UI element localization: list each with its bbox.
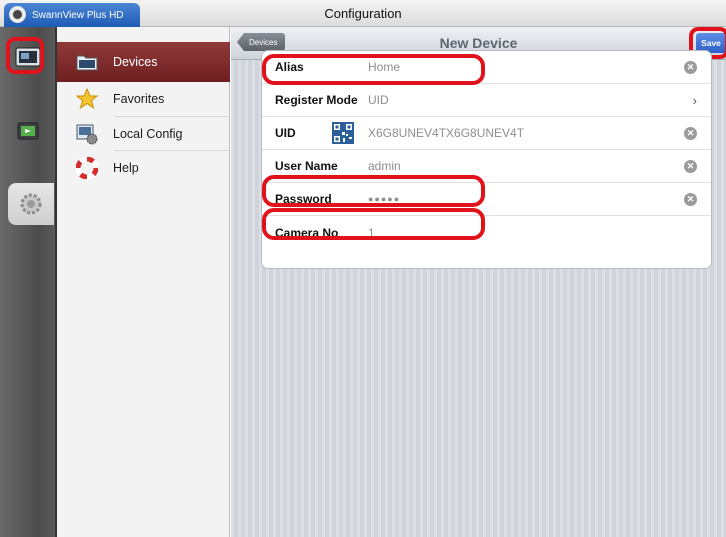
menu-item-help[interactable]: Help: [57, 151, 230, 185]
configuration-button[interactable]: [8, 183, 54, 225]
config-menu: Devices Favorites Local Config Help: [55, 27, 230, 537]
highlight-alias: [262, 54, 485, 85]
register-mode-label: Register Mode: [275, 93, 358, 107]
highlight-password: [262, 208, 485, 240]
menu-edge: [55, 27, 57, 537]
menu-item-devices[interactable]: Devices: [57, 42, 230, 82]
qr-code-icon[interactable]: [332, 122, 354, 144]
menu-item-label: Devices: [113, 55, 158, 69]
register-mode-row[interactable]: Register Mode UID ›: [262, 84, 711, 117]
icon-strip: [0, 27, 55, 537]
lifebuoy-icon: [75, 156, 99, 180]
user-name-label: User Name: [275, 159, 338, 173]
clear-icon[interactable]: ✕: [684, 127, 697, 140]
playback-icon: [17, 122, 39, 140]
menu-item-local-config[interactable]: Local Config: [57, 117, 230, 151]
clear-icon[interactable]: ✕: [684, 193, 697, 206]
menu-item-favorites[interactable]: Favorites: [57, 82, 230, 116]
highlight-live-view: [6, 37, 44, 74]
title-bar: SwannView Plus HD Configuration: [0, 0, 726, 27]
menu-item-label: Favorites: [113, 92, 165, 106]
clear-icon[interactable]: ✕: [684, 61, 697, 74]
uid-label: UID: [275, 126, 296, 140]
user-name-field[interactable]: admin: [368, 159, 401, 173]
menu-item-label: Local Config: [113, 127, 183, 141]
config-icon: [75, 122, 99, 146]
uid-row[interactable]: UID X6G8UNEV4TX6G8UNEV4T ✕: [262, 117, 711, 150]
page-title: New Device: [439, 35, 518, 51]
menu-item-label: Help: [113, 161, 139, 175]
register-mode-value: UID: [368, 93, 389, 107]
clear-icon[interactable]: ✕: [684, 160, 697, 173]
chevron-right-icon: ›: [692, 93, 697, 108]
uid-field[interactable]: X6G8UNEV4TX6G8UNEV4T: [368, 126, 524, 140]
window-title: Configuration: [324, 6, 402, 21]
highlight-user-name: [262, 175, 485, 207]
gear-icon: [20, 193, 42, 215]
playback-button[interactable]: [13, 119, 43, 145]
star-icon: [75, 87, 99, 111]
folder-icon: [75, 50, 99, 74]
